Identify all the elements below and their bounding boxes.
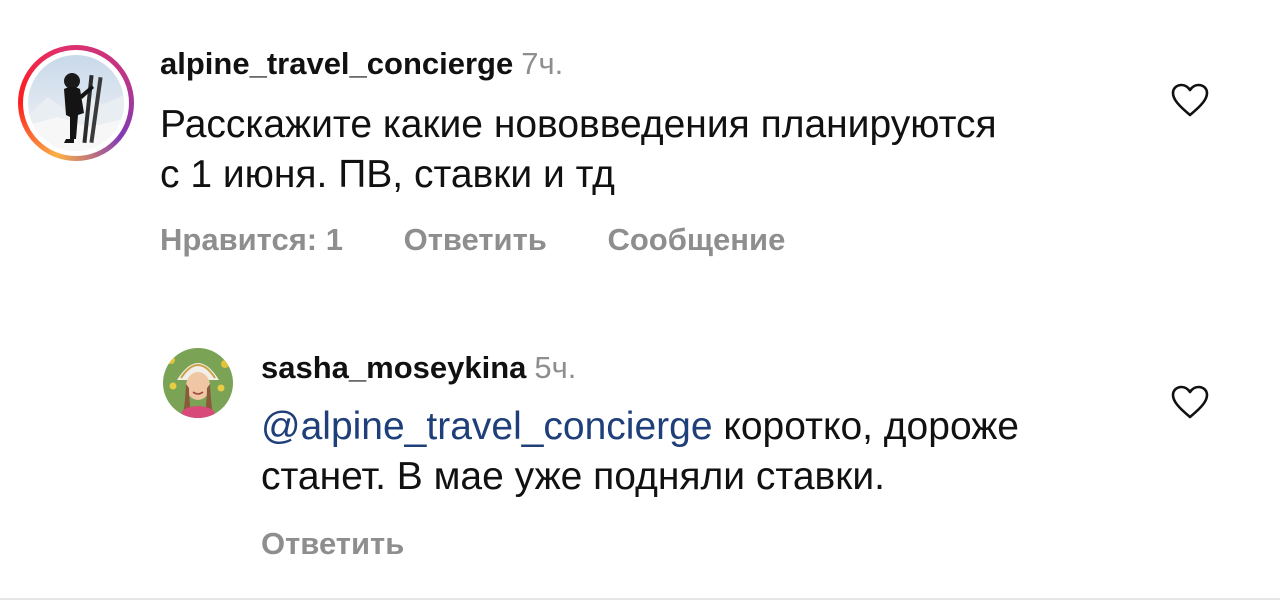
likes-count-button[interactable]: Нравится: 1	[160, 222, 343, 258]
comments-panel: alpine_travel_concierge 7ч. Расскажите ка…	[0, 0, 1280, 600]
reply-button[interactable]: Ответить	[261, 526, 404, 562]
comment-text-line: с 1 июня. ПВ, ставки и тд	[160, 152, 615, 196]
comment-text-line: Расскажите какие нововведения планируютс…	[160, 103, 997, 146]
heart-outline-icon[interactable]	[1170, 384, 1210, 425]
message-button[interactable]: Сообщение	[607, 222, 785, 258]
reply-text: @alpine_travel_concierge коротко, дороже…	[261, 402, 1019, 502]
reply-text-line: станет. В мае уже подняли ставки.	[261, 454, 885, 498]
heart-outline-icon[interactable]	[1170, 82, 1210, 123]
comment-item: alpine_travel_concierge 7ч. Расскажите ка…	[0, 0, 1280, 300]
comment-header: alpine_travel_concierge 7ч.	[160, 46, 563, 82]
username[interactable]: alpine_travel_concierge	[160, 46, 513, 81]
comment-text: Расскажите какие нововведения планируютс…	[160, 100, 997, 200]
avatar[interactable]	[163, 348, 233, 418]
skier-avatar-icon	[28, 55, 124, 151]
reply-text-segment: коротко, дороже	[712, 405, 1019, 448]
reply-text-line: @alpine_travel_concierge коротко, дороже	[261, 402, 1019, 452]
reply-button[interactable]: Ответить	[404, 222, 547, 258]
reply-item: sasha_moseykina 5ч. @alpine_travel_concie…	[0, 300, 1280, 600]
username[interactable]: sasha_moseykina	[261, 350, 526, 385]
timestamp: 5ч.	[534, 350, 577, 385]
timestamp: 7ч.	[521, 46, 564, 81]
avatar[interactable]	[28, 55, 124, 151]
reply-header: sasha_moseykina 5ч.	[261, 350, 576, 386]
woman-kokoshnik-avatar-icon	[163, 348, 233, 418]
mention-link[interactable]: @alpine_travel_concierge	[261, 405, 713, 448]
reply-actions: Ответить	[261, 526, 404, 562]
comment-actions: Нравится: 1 Ответить Сообщение	[160, 222, 785, 258]
